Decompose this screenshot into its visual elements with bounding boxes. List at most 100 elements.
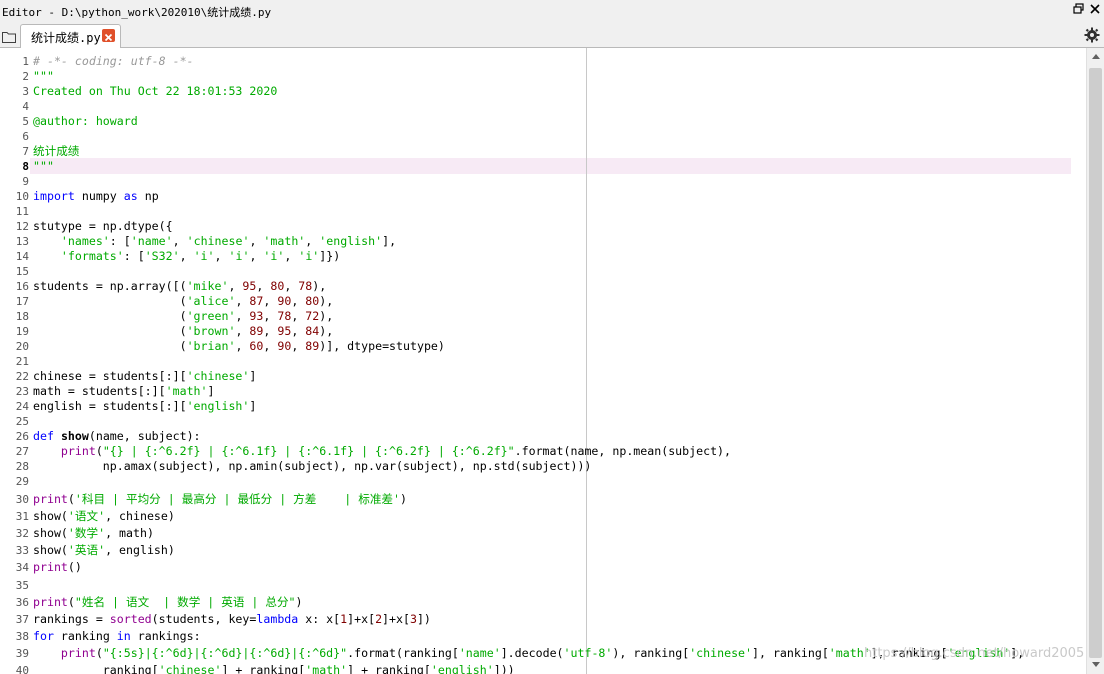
code-text: english = students[:]['english']: [33, 399, 256, 414]
code-text: """: [33, 159, 54, 174]
code-token-plain: ,: [228, 279, 243, 293]
line-number: 12: [15, 220, 29, 233]
code-token-plain: ],: [382, 234, 397, 248]
code-token-str: 'chinese': [186, 369, 250, 383]
code-token-builtin: print: [60, 645, 96, 660]
vertical-scrollbar[interactable]: [1086, 48, 1104, 674]
code-token-plain: ,: [235, 339, 250, 353]
code-token-plain: ,: [284, 249, 299, 263]
code-token-plain: ranking: [53, 628, 117, 643]
code-token-num: 89: [249, 324, 264, 338]
code-token-plain: ]: [249, 399, 257, 413]
code-text: @author: howard: [33, 114, 138, 129]
code-token-doc: @author: howard: [33, 114, 138, 128]
code-token-str: 'name': [130, 234, 173, 248]
scroll-down-icon[interactable]: [1092, 662, 1100, 667]
code-text: students = np.array([('mike', 95, 80, 78…: [33, 279, 326, 294]
code-text: ('brown', 89, 95, 84),: [33, 324, 334, 339]
code-token-str: 'names': [60, 234, 110, 248]
code-text: math = students[:]['math']: [33, 384, 215, 399]
code-token-str: 'english': [319, 234, 383, 248]
tab-active-file[interactable]: 统计成绩.py: [20, 24, 121, 48]
code-text: for ranking in rankings:: [33, 629, 201, 644]
code-token-str: 'math': [165, 384, 208, 398]
code-token-plain: ] + ranking[: [347, 663, 431, 674]
gear-icon[interactable]: [1084, 27, 1100, 43]
code-token-plain: ),: [319, 324, 334, 338]
code-token-plain: show(: [33, 509, 68, 524]
folder-icon[interactable]: [2, 28, 16, 43]
code-token-num: 89: [305, 339, 320, 353]
scroll-up-icon[interactable]: [1092, 54, 1100, 59]
line-number: 7: [22, 145, 29, 158]
line-number: 17: [15, 295, 29, 308]
code-token-kw: import: [33, 189, 75, 203]
code-token-plain: ranking[: [33, 663, 159, 674]
code-token-plain: , chinese): [105, 509, 175, 524]
code-token-plain: ].decode(: [500, 645, 564, 660]
code-text: print("姓名 | 语文 | 数学 | 英语 | 总分"): [33, 595, 303, 610]
code-token-plain: ),: [319, 294, 334, 308]
code-token-num: 87: [249, 294, 264, 308]
code-text: show('语文', chinese): [33, 509, 175, 524]
line-number: 26: [15, 430, 29, 443]
code-token-plain: (: [95, 444, 103, 458]
code-token-num: 78: [277, 309, 292, 323]
code-token-plain: ,: [291, 294, 306, 308]
code-token-num: 84: [305, 324, 320, 338]
scroll-thumb[interactable]: [1089, 68, 1102, 658]
code-token-num: 90: [277, 339, 292, 353]
code-token-plain: )], dtype=stutype): [319, 339, 445, 353]
line-number: 28: [15, 460, 29, 473]
code-token-str: "姓名 | 语文 | 数学 | 英语 | 总分": [74, 594, 296, 609]
code-token-plain: ), ranking[: [612, 645, 690, 660]
line-number: 27: [15, 445, 29, 458]
code-token-plain: ,: [291, 309, 306, 323]
code-token-str: "{:5s}|{:^6d}|{:^6d}|{:^6d}|{:^6d}": [102, 645, 348, 660]
code-token-num: 80: [305, 294, 320, 308]
code-token-plain: .format(ranking[: [347, 645, 459, 660]
line-number: 14: [15, 250, 29, 263]
line-number: 19: [15, 325, 29, 338]
restore-window-icon[interactable]: [1072, 3, 1086, 17]
close-window-icon[interactable]: [1088, 3, 1102, 17]
code-token-kw: in: [116, 628, 131, 643]
code-token-plain: ): [400, 492, 407, 506]
code-token-plain: math = students[:][: [33, 384, 166, 398]
close-icon[interactable]: [102, 29, 115, 42]
line-number: 1: [22, 55, 29, 68]
code-token-str: 'math': [305, 663, 348, 674]
code-token-plain: x: x[: [298, 611, 341, 626]
code-token-str: 'chinese': [158, 663, 222, 674]
code-token-plain: rankings:: [130, 628, 201, 643]
code-editor[interactable]: 1 # -*- coding: utf-8 -*- 2 """ 3 Created on …: [0, 48, 1086, 674]
line-number: 31: [15, 510, 29, 524]
code-token-num: 78: [298, 279, 313, 293]
code-token-def: def: [33, 429, 54, 443]
line-number: 29: [15, 475, 29, 488]
code-token-num: 72: [305, 309, 320, 323]
code-text: ('brian', 60, 90, 89)], dtype=stutype): [33, 339, 445, 354]
code-text: rankings = sorted(students, key=lambda x…: [33, 612, 431, 627]
code-token-plain: ,: [291, 324, 306, 338]
code-token-plain: ,: [235, 309, 250, 323]
code-token-builtin: print: [33, 492, 68, 506]
code-token-kw: for: [33, 628, 54, 643]
code-token-plain: ]): [416, 611, 431, 626]
code-token-plain: rankings =: [33, 611, 110, 626]
line-number: 21: [15, 355, 29, 368]
code-token-plain: (: [33, 309, 187, 323]
code-token-doc: Created on Thu Oct 22 18:01:53 2020: [33, 84, 278, 98]
line-number: 13: [15, 235, 29, 248]
code-token-builtin: print: [33, 560, 68, 575]
code-token-plain: ,: [179, 249, 194, 263]
code-token-doc: 统计成绩: [33, 144, 80, 158]
code-token-plain: ,: [291, 339, 306, 353]
code-token-plain: (: [33, 339, 187, 353]
code-token-num: 3: [409, 611, 417, 626]
code-token-doc: """: [33, 69, 54, 83]
code-token-num: 93: [249, 309, 264, 323]
